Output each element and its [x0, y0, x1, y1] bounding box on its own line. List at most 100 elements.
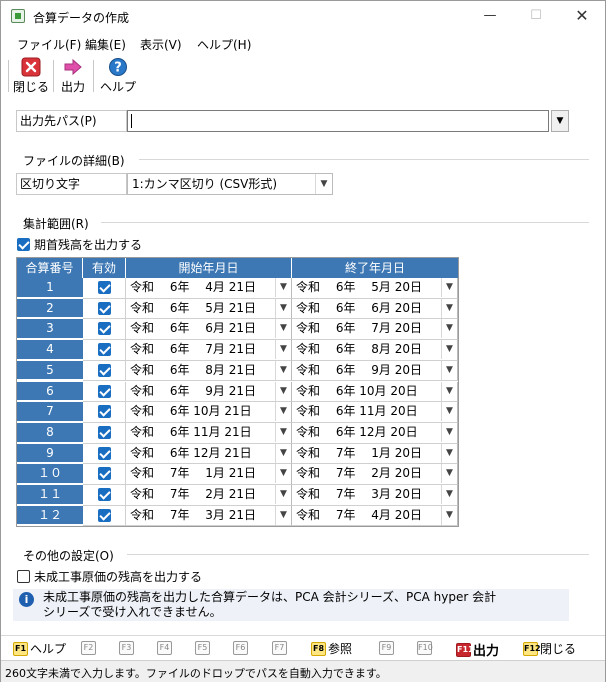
row-enabled-checkbox[interactable] [98, 384, 111, 398]
fkey-f12-button[interactable]: F12閉じる [523, 640, 576, 657]
menu-edit[interactable]: 編集(E) [85, 36, 126, 53]
column-header-end-date: 終了年月日 [292, 258, 458, 278]
enabled-cell [83, 443, 126, 465]
fkey-f7-button[interactable]: F7 [272, 640, 287, 655]
row-enabled-checkbox[interactable] [98, 301, 111, 315]
menu-file[interactable]: ファイル(F) [17, 36, 81, 53]
start-date-select[interactable]: 令和 7年 2月 21日 ▼ [126, 485, 292, 506]
toolbar-grip [8, 60, 9, 92]
menu-help[interactable]: ヘルプ(H) [197, 36, 251, 53]
output-path-dropdown-button[interactable]: ▼ [551, 110, 569, 132]
toolbar-separator [93, 60, 94, 92]
end-date-select[interactable]: 令和 6年 8月 20日 ▼ [292, 340, 458, 361]
start-date-select[interactable]: 令和 6年 9月 21日 ▼ [126, 381, 292, 403]
chevron-down-icon: ▼ [441, 319, 457, 339]
chevron-down-icon: ▼ [275, 443, 291, 463]
start-date-value: 令和 6年 7月 21日 [130, 342, 256, 357]
fkey-key-icon: F6 [233, 640, 248, 655]
row-enabled-checkbox[interactable] [98, 405, 111, 419]
row-enabled-checkbox[interactable] [98, 281, 111, 294]
fkey-key-icon: F2 [81, 640, 96, 655]
row-enabled-checkbox[interactable] [98, 425, 111, 439]
end-date-select[interactable]: 令和 6年 12月 20日 ▼ [292, 422, 458, 444]
delimiter-select[interactable]: 1:カンマ区切り (CSV形式) ▼ [127, 173, 333, 195]
chevron-down-icon: ▼ [275, 485, 291, 504]
row-number-cell: 9 [17, 443, 83, 464]
start-date-value: 令和 6年 12月 21日 [130, 445, 252, 460]
row-enabled-checkbox[interactable] [98, 508, 111, 522]
start-date-select[interactable]: 令和 6年 6月 21日 ▼ [126, 319, 292, 341]
row-enabled-checkbox[interactable] [98, 446, 111, 460]
info-message: i 未成工事原価の残高を出力した合算データは、PCA 会計シリーズ、PCA hy… [13, 589, 569, 621]
start-date-select[interactable]: 令和 6年 4月 21日 ▼ [126, 278, 292, 299]
row-enabled-checkbox[interactable] [98, 363, 111, 377]
close-tool-button[interactable]: 閉じる [13, 57, 49, 95]
minimize-button[interactable]: — [467, 1, 513, 31]
close-window-button[interactable]: ✕ [559, 1, 605, 31]
start-date-select[interactable]: 令和 6年 12月 21日 ▼ [126, 443, 292, 465]
enabled-cell [83, 381, 126, 403]
end-date-select[interactable]: 令和 6年 6月 20日 ▼ [292, 298, 458, 320]
fkey-f8-button[interactable]: F8 参照 [311, 640, 352, 657]
end-date-select[interactable]: 令和 6年 5月 20日 ▼ [292, 278, 458, 299]
column-header-enabled: 有効 [83, 258, 126, 278]
chevron-down-icon: ▼ [441, 505, 457, 525]
end-date-value: 令和 7年 3月 20日 [296, 487, 422, 501]
row-enabled-checkbox[interactable] [98, 467, 111, 481]
fkey-f1-button[interactable]: F1 ヘルプ [13, 640, 66, 657]
section-divider [139, 159, 589, 160]
end-date-value: 令和 7年 2月 20日 [296, 466, 422, 481]
end-date-select[interactable]: 令和 6年 10月 20日 ▼ [292, 381, 458, 403]
end-date-select[interactable]: 令和 7年 2月 20日 ▼ [292, 464, 458, 485]
fkey-f11-button[interactable]: F11出力 [456, 640, 499, 659]
start-date-select[interactable]: 令和 7年 3月 21日 ▼ [126, 505, 292, 527]
start-date-select[interactable]: 令和 6年 8月 21日 ▼ [126, 360, 292, 382]
delimiter-value: 1:カンマ区切り (CSV形式) [132, 177, 278, 191]
start-date-select[interactable]: 令和 6年 10月 21日 ▼ [126, 402, 292, 423]
fkey-label: 閉じる [540, 642, 577, 656]
enabled-cell [83, 422, 126, 444]
opening-balance-checkbox[interactable] [17, 238, 30, 251]
row-number-cell: 7 [17, 402, 83, 422]
end-date-value: 令和 6年 11月 20日 [296, 404, 418, 419]
chevron-down-icon: ▼ [275, 402, 291, 422]
app-window: 合算データの作成 — ☐ ✕ ファイル(F) 編集(E) 表示(V) ヘルプ(H… [0, 0, 606, 682]
wip-balance-checkbox[interactable] [17, 570, 30, 583]
end-date-select[interactable]: 令和 7年 1月 20日 ▼ [292, 443, 458, 465]
end-date-select[interactable]: 令和 7年 4月 20日 ▼ [292, 505, 458, 527]
menu-view[interactable]: 表示(V) [140, 36, 182, 53]
section-divider [101, 222, 589, 223]
row-enabled-checkbox[interactable] [98, 343, 111, 357]
fkey-f4-button[interactable]: F4 [157, 640, 172, 655]
start-date-select[interactable]: 令和 6年 7月 21日 ▼ [126, 340, 292, 361]
fkey-f5-button[interactable]: F5 [195, 640, 210, 655]
chevron-down-icon: ▼ [275, 505, 291, 525]
row-enabled-checkbox[interactable] [98, 322, 111, 336]
row-enabled-checkbox[interactable] [98, 488, 111, 501]
chevron-down-icon: ▼ [441, 360, 457, 380]
maximize-button[interactable]: ☐ [513, 1, 559, 31]
output-tool-button[interactable]: 出力 [58, 57, 88, 95]
fkey-f6-button[interactable]: F6 [233, 640, 248, 655]
fkey-f9-button[interactable]: F9 [379, 640, 394, 655]
end-date-select[interactable]: 令和 6年 9月 20日 ▼ [292, 360, 458, 382]
output-path-input[interactable] [127, 110, 549, 132]
text-caret [131, 114, 132, 128]
start-date-value: 令和 7年 2月 21日 [130, 487, 256, 501]
fkey-f3-button[interactable]: F3 [119, 640, 134, 655]
end-date-select[interactable]: 令和 6年 7月 20日 ▼ [292, 319, 458, 341]
end-date-select[interactable]: 令和 7年 3月 20日 ▼ [292, 485, 458, 506]
start-date-value: 令和 7年 3月 21日 [130, 507, 256, 522]
fkey-f10-button[interactable]: F10 [417, 640, 433, 655]
end-date-select[interactable]: 令和 6年 11月 20日 ▼ [292, 402, 458, 423]
fkey-f2-button[interactable]: F2 [81, 640, 96, 655]
fkey-key-icon: F12 [523, 641, 541, 656]
start-date-select[interactable]: 令和 6年 5月 21日 ▼ [126, 298, 292, 320]
chevron-down-icon: ▼ [441, 464, 457, 484]
help-question-icon: ? [109, 58, 127, 76]
fkey-key-icon: F3 [119, 640, 134, 655]
start-date-select[interactable]: 令和 6年 11月 21日 ▼ [126, 422, 292, 444]
help-tool-button[interactable]: ? ヘルプ [99, 57, 137, 95]
start-date-select[interactable]: 令和 7年 1月 21日 ▼ [126, 464, 292, 485]
start-date-value: 令和 6年 8月 21日 [130, 362, 256, 377]
